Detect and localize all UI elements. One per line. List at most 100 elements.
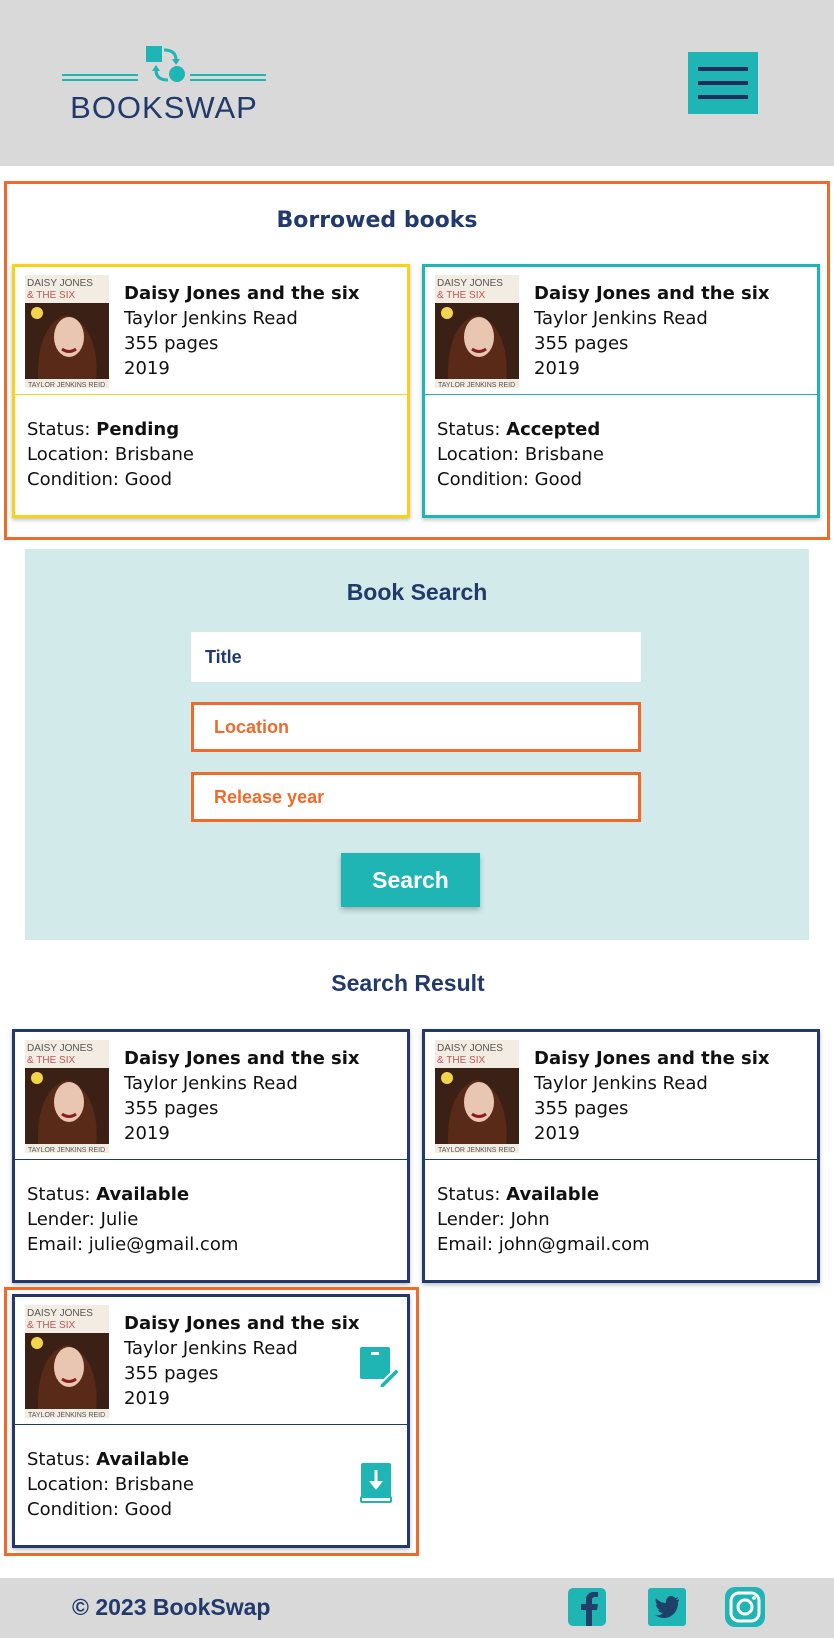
search-result-card[interactable]: DAISY JONES & THE SIX TAYLOR JENKINS REID … — [12, 1294, 410, 1548]
svg-text:& THE SIX: & THE SIX — [27, 1055, 75, 1066]
instagram-icon[interactable] — [725, 1587, 765, 1627]
borrowed-books-title: Borrowed books — [276, 208, 478, 233]
svg-text:& THE SIX: & THE SIX — [27, 1320, 75, 1331]
card-top: DAISY JONES & THE SIX TAYLOR JENKINS REID … — [425, 267, 817, 394]
search-result-title: Search Result — [331, 970, 485, 996]
book-author: Taylor Jenkins Read — [534, 1073, 708, 1094]
svg-text:DAISY JONES: DAISY JONES — [27, 1043, 93, 1054]
hamburger-line — [698, 95, 748, 99]
book-year: 2019 — [124, 1123, 170, 1144]
svg-text:DAISY JONES: DAISY JONES — [437, 1043, 503, 1054]
card-divider — [425, 1159, 817, 1160]
svg-text:DAISY JONES: DAISY JONES — [27, 1308, 93, 1319]
svg-text:& THE SIX: & THE SIX — [437, 290, 485, 301]
svg-text:TAYLOR JENKINS REID: TAYLOR JENKINS REID — [438, 382, 515, 388]
svg-text:& THE SIX: & THE SIX — [437, 1055, 485, 1066]
status-value: Available — [96, 1184, 190, 1205]
svg-text:DAISY JONES: DAISY JONES — [437, 278, 503, 289]
book-pages: 355 pages — [124, 1363, 219, 1384]
svg-text:TAYLOR JENKINS REID: TAYLOR JENKINS REID — [438, 1147, 515, 1153]
book-status: Status: Accepted — [437, 417, 604, 442]
card-divider — [15, 394, 407, 395]
book-info: Daisy Jones and the six Taylor Jenkins R… — [534, 281, 770, 381]
book-cover-image: DAISY JONES & THE SIX TAYLOR JENKINS REID — [25, 275, 109, 388]
svg-text:TAYLOR JENKINS REID: TAYLOR JENKINS REID — [28, 382, 105, 388]
search-result-card[interactable]: DAISY JONES & THE SIX TAYLOR JENKINS REID … — [12, 1029, 410, 1283]
book-year: 2019 — [534, 358, 580, 379]
book-search-panel: Book Search Search — [25, 549, 809, 940]
hamburger-line — [698, 81, 748, 85]
borrowed-book-card[interactable]: DAISY JONES & THE SIX TAYLOR JENKINS REID … — [12, 264, 410, 518]
lender-email: Email: julie@gmail.com — [27, 1234, 239, 1255]
book-info: Daisy Jones and the six Taylor Jenkins R… — [534, 1046, 770, 1146]
book-condition: Condition: Good — [27, 1499, 173, 1520]
book-year: 2019 — [124, 358, 170, 379]
search-result-card[interactable]: DAISY JONES & THE SIX TAYLOR JENKINS REID … — [422, 1029, 820, 1283]
svg-text:& THE SIX: & THE SIX — [27, 290, 75, 301]
card-top: DAISY JONES & THE SIX TAYLOR JENKINS REID … — [15, 267, 407, 394]
card-details: Status: Accepted Location: Brisbane Cond… — [437, 417, 604, 492]
card-top: DAISY JONES & THE SIX TAYLOR JENKINS REID … — [425, 1032, 817, 1159]
book-author: Taylor Jenkins Read — [124, 1338, 298, 1359]
book-pages: 355 pages — [124, 333, 219, 354]
book-author: Taylor Jenkins Read — [124, 308, 298, 329]
card-details: Status: Available Lender: John Email: jo… — [437, 1182, 650, 1257]
book-location: Location: Brisbane — [437, 444, 604, 465]
borrowed-book-card[interactable]: DAISY JONES & THE SIX TAYLOR JENKINS REID … — [422, 264, 820, 518]
book-pages: 355 pages — [534, 1098, 629, 1119]
logo-text: BOOKSWAP — [70, 90, 258, 125]
book-status: Status: Available — [27, 1182, 238, 1207]
edit-book-icon[interactable] — [359, 1346, 402, 1389]
release-year-input[interactable] — [191, 772, 641, 822]
location-input[interactable] — [191, 702, 641, 752]
status-label: Status: — [437, 1184, 507, 1205]
book-year: 2019 — [534, 1123, 580, 1144]
book-info: Daisy Jones and the six Taylor Jenkins R… — [124, 281, 360, 381]
status-label: Status: — [27, 1184, 97, 1205]
status-label: Status: — [27, 419, 97, 440]
download-book-icon[interactable] — [359, 1463, 393, 1503]
book-condition: Condition: Good — [27, 469, 173, 490]
book-pages: 355 pages — [124, 1098, 219, 1119]
card-divider — [425, 394, 817, 395]
book-cover-image: DAISY JONES & THE SIX TAYLOR JENKINS REID — [435, 1040, 519, 1153]
card-divider — [15, 1424, 407, 1425]
search-button[interactable]: Search — [341, 853, 480, 907]
status-label: Status: — [437, 419, 507, 440]
hamburger-menu-icon — [698, 67, 748, 71]
svg-text:TAYLOR JENKINS REID: TAYLOR JENKINS REID — [28, 1412, 105, 1418]
facebook-icon[interactable] — [568, 1588, 606, 1626]
book-title: Daisy Jones and the six — [124, 1313, 360, 1334]
site-header: BOOKSWAP — [0, 0, 834, 166]
status-value: Accepted — [506, 419, 601, 440]
card-top: DAISY JONES & THE SIX TAYLOR JENKINS REID … — [15, 1297, 407, 1424]
lender-name: Lender: John — [437, 1209, 550, 1230]
site-footer: © 2023 BookSwap — [0, 1578, 834, 1638]
title-input[interactable] — [191, 632, 641, 682]
card-top: DAISY JONES & THE SIX TAYLOR JENKINS REID … — [15, 1032, 407, 1159]
book-location: Location: Brisbane — [27, 1474, 194, 1495]
book-info: Daisy Jones and the six Taylor Jenkins R… — [124, 1311, 360, 1411]
bookswap-logo[interactable]: BOOKSWAP — [62, 44, 266, 125]
book-cover-image: DAISY JONES & THE SIX TAYLOR JENKINS REID — [435, 275, 519, 388]
hamburger-menu-button[interactable] — [688, 52, 758, 114]
status-value: Available — [506, 1184, 600, 1205]
book-status: Status: Available — [27, 1447, 194, 1472]
book-cover-image: DAISY JONES & THE SIX TAYLOR JENKINS REID — [25, 1040, 109, 1153]
book-title: Daisy Jones and the six — [124, 283, 360, 304]
card-details: Status: Pending Location: Brisbane Condi… — [27, 417, 194, 492]
book-status: Status: Available — [437, 1182, 650, 1207]
card-details: Status: Available Lender: Julie Email: j… — [27, 1182, 238, 1257]
book-condition: Condition: Good — [437, 469, 583, 490]
book-info: Daisy Jones and the six Taylor Jenkins R… — [124, 1046, 360, 1146]
status-value: Available — [96, 1449, 190, 1470]
swap-logo-icon — [62, 46, 266, 82]
status-value: Pending — [96, 419, 180, 440]
book-title: Daisy Jones and the six — [124, 1048, 360, 1069]
svg-text:TAYLOR JENKINS REID: TAYLOR JENKINS REID — [28, 1147, 105, 1153]
book-status: Status: Pending — [27, 417, 194, 442]
twitter-icon[interactable] — [648, 1588, 686, 1626]
book-pages: 355 pages — [534, 333, 629, 354]
book-search-title: Book Search — [346, 579, 488, 605]
book-location: Location: Brisbane — [27, 444, 194, 465]
